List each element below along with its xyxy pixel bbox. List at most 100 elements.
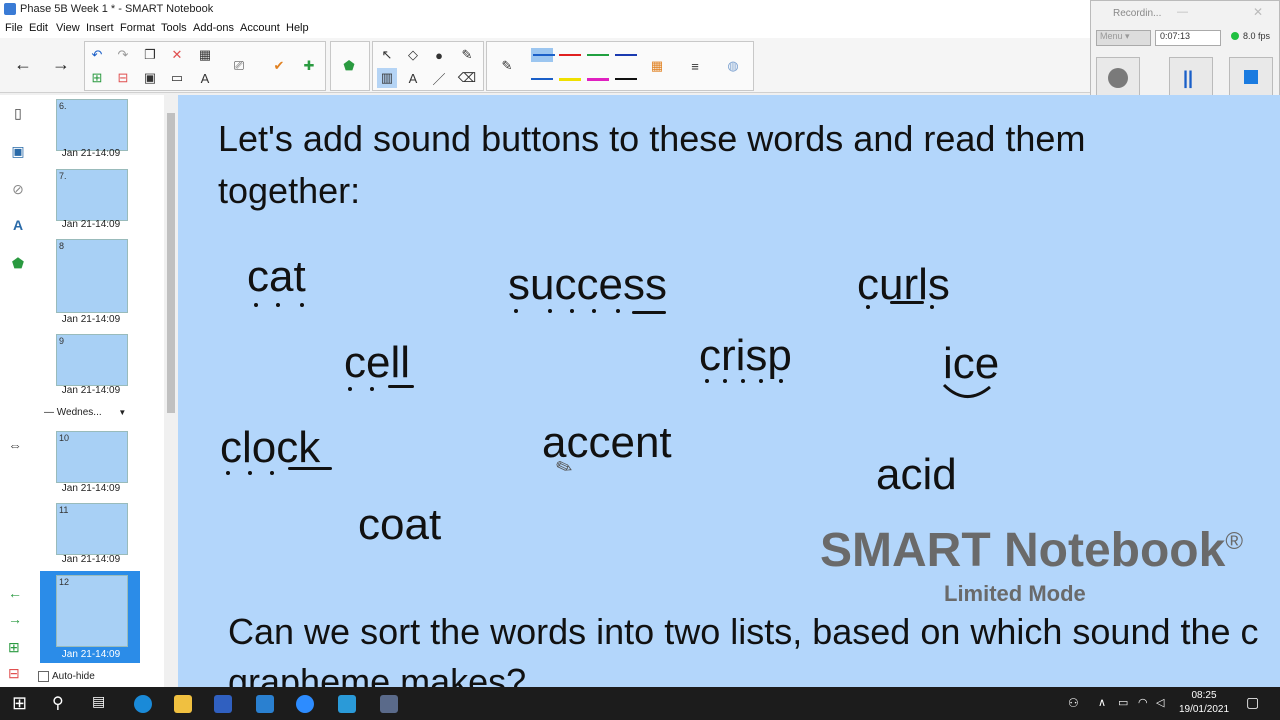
fill-icon[interactable]: ● bbox=[429, 45, 449, 65]
magic-pen-icon[interactable]: ✎ bbox=[457, 45, 477, 65]
selected-page[interactable]: 12 Jan 21-14:09 bbox=[40, 571, 140, 663]
undo-icon[interactable]: ↶ bbox=[87, 45, 107, 65]
redo-icon[interactable]: ↷ bbox=[113, 45, 133, 65]
file-explorer-icon[interactable] bbox=[174, 695, 192, 713]
screen-shade-icon[interactable]: ▭ bbox=[167, 68, 187, 88]
menu-account[interactable]: Account bbox=[240, 22, 280, 34]
pen-black-icon[interactable] bbox=[615, 78, 637, 80]
notifications-icon[interactable]: ▢ bbox=[1246, 694, 1259, 711]
page-sorter-icon[interactable]: ▯ bbox=[9, 105, 27, 123]
page-thumbnail[interactable]: 10 bbox=[56, 431, 128, 483]
resize-sidebar-icon[interactable]: ⇔ bbox=[8, 437, 22, 453]
word-acid[interactable]: acid bbox=[876, 450, 957, 500]
notebook-canvas[interactable]: Let's add sound buttons to these words a… bbox=[178, 95, 1280, 687]
page-thumbnail[interactable]: 11 bbox=[56, 503, 128, 555]
page-thumbnail[interactable]: 7. bbox=[56, 169, 128, 221]
word-cell[interactable]: cell bbox=[344, 338, 410, 388]
word-success[interactable]: success bbox=[508, 260, 667, 310]
back-arrow-icon[interactable]: ← bbox=[10, 51, 36, 77]
attachments-icon[interactable]: ⊘ bbox=[9, 181, 27, 199]
properties-tab-icon[interactable]: A bbox=[9, 217, 27, 235]
page-sorter-scrollbar[interactable] bbox=[164, 95, 178, 687]
properties-icon[interactable]: ▥ bbox=[377, 68, 397, 88]
smart-notebook-icon[interactable] bbox=[338, 695, 356, 713]
mail-icon[interactable] bbox=[256, 695, 274, 713]
record-button[interactable] bbox=[1096, 57, 1140, 99]
line-icon[interactable]: ／ bbox=[429, 68, 449, 88]
widget-icon[interactable]: ✚ bbox=[299, 56, 319, 76]
autohide-checkbox[interactable]: Auto-hide bbox=[38, 671, 95, 682]
save-icon[interactable]: ▣ bbox=[140, 68, 160, 88]
delete-icon[interactable]: ✕ bbox=[167, 45, 187, 65]
recorder-fps: 8.0 fps bbox=[1243, 31, 1271, 41]
pen-red-icon[interactable] bbox=[559, 54, 581, 56]
page-sorter: 6. Jan 21-14:09 7. Jan 21-14:09 8 Jan 21… bbox=[36, 95, 165, 687]
pen-icon[interactable]: ✎ bbox=[497, 56, 517, 76]
shapes-icon[interactable]: ◇ bbox=[403, 45, 423, 65]
previous-page-icon[interactable]: ← bbox=[8, 585, 22, 601]
battery-icon[interactable]: ▭ bbox=[1118, 696, 1128, 709]
menu-insert[interactable]: Insert bbox=[86, 22, 114, 34]
volume-icon[interactable]: ◁ bbox=[1156, 696, 1164, 709]
pen-navy-icon[interactable] bbox=[615, 54, 637, 56]
edge-icon[interactable] bbox=[134, 695, 152, 713]
chevron-up-icon[interactable]: ∧ bbox=[1098, 696, 1106, 709]
windows-start-icon[interactable]: ⊞ bbox=[12, 693, 27, 714]
title-bar: Phase 5B Week 1 * - SMART Notebook bbox=[0, 0, 1280, 20]
section-header[interactable]: — Wednes... ▼ bbox=[44, 407, 126, 418]
people-icon[interactable]: ⚇ bbox=[1068, 696, 1079, 710]
next-page-icon[interactable]: → bbox=[8, 611, 22, 627]
eraser-icon[interactable]: ⌫ bbox=[457, 68, 477, 88]
select-icon[interactable]: ↖ bbox=[377, 45, 397, 65]
minimize-icon[interactable]: — bbox=[1177, 6, 1188, 18]
page-thumbnail[interactable]: 8 bbox=[56, 239, 128, 313]
text-icon[interactable]: A bbox=[403, 68, 423, 88]
menu-format[interactable]: Format bbox=[120, 22, 155, 34]
color-palette-icon[interactable]: ▦ bbox=[647, 56, 667, 76]
word-coat[interactable]: coat bbox=[358, 500, 441, 550]
addon-icon[interactable]: ⬟ bbox=[339, 56, 359, 76]
page-thumbnail[interactable]: 12 bbox=[56, 575, 128, 647]
fill-effect-icon[interactable]: ◍ bbox=[723, 56, 743, 76]
wifi-icon[interactable]: ◠ bbox=[1138, 696, 1148, 709]
highlighter-yellow-icon[interactable] bbox=[559, 78, 581, 81]
menu-view[interactable]: View bbox=[56, 22, 80, 34]
delete-page-side-icon[interactable]: ⊟ bbox=[8, 665, 20, 682]
add-page-side-icon[interactable]: ⊞ bbox=[8, 639, 20, 656]
table-icon[interactable]: ▦ bbox=[195, 45, 215, 65]
add-page-icon[interactable]: ⊞ bbox=[87, 68, 107, 88]
taskbar-clock[interactable]: 08:25 19/01/2021 bbox=[1174, 689, 1234, 717]
page-thumbnail[interactable]: 9 bbox=[56, 334, 128, 386]
activity-icon[interactable]: ✔ bbox=[269, 56, 289, 76]
pen-blue-icon[interactable] bbox=[531, 78, 553, 80]
delete-page-icon[interactable]: ⊟ bbox=[113, 68, 133, 88]
paste-icon[interactable]: ❐ bbox=[140, 45, 160, 65]
text-tool-icon[interactable]: A bbox=[195, 68, 215, 88]
close-icon[interactable]: ✕ bbox=[1253, 5, 1263, 19]
word-cat[interactable]: cat bbox=[247, 252, 306, 302]
menu-tools[interactable]: Tools bbox=[161, 22, 187, 34]
page-thumbnail[interactable]: 6. bbox=[56, 99, 128, 151]
highlighter-pink-icon[interactable] bbox=[587, 78, 609, 81]
zoom-icon[interactable] bbox=[296, 695, 314, 713]
gallery-icon[interactable]: ▣ bbox=[9, 143, 27, 161]
watermark-subtitle: Limited Mode bbox=[944, 581, 1086, 606]
task-view-icon[interactable]: ▤ bbox=[92, 693, 105, 710]
addons-tab-icon[interactable]: ⬟ bbox=[9, 255, 27, 273]
menu-addons[interactable]: Add-ons bbox=[193, 22, 234, 34]
pause-button[interactable]: || bbox=[1169, 57, 1213, 99]
word-clock[interactable]: clock bbox=[220, 423, 320, 473]
menu-file[interactable]: File bbox=[5, 22, 23, 34]
pen-green-icon[interactable] bbox=[587, 54, 609, 56]
line-style-icon[interactable]: ≡ bbox=[685, 56, 705, 76]
search-icon[interactable]: ⚲ bbox=[52, 693, 64, 713]
menu-edit[interactable]: Edit bbox=[29, 22, 48, 34]
menu-help[interactable]: Help bbox=[286, 22, 309, 34]
forward-arrow-icon[interactable]: → bbox=[48, 51, 74, 77]
word-crisp[interactable]: crisp bbox=[699, 331, 792, 381]
store-icon[interactable] bbox=[214, 695, 232, 713]
stop-button[interactable] bbox=[1229, 57, 1273, 99]
recorder-app-icon[interactable] bbox=[380, 695, 398, 713]
screen-capture-icon[interactable]: ⎚ bbox=[229, 56, 249, 76]
recorder-mode-select[interactable]: Menu ▾ bbox=[1096, 30, 1151, 46]
